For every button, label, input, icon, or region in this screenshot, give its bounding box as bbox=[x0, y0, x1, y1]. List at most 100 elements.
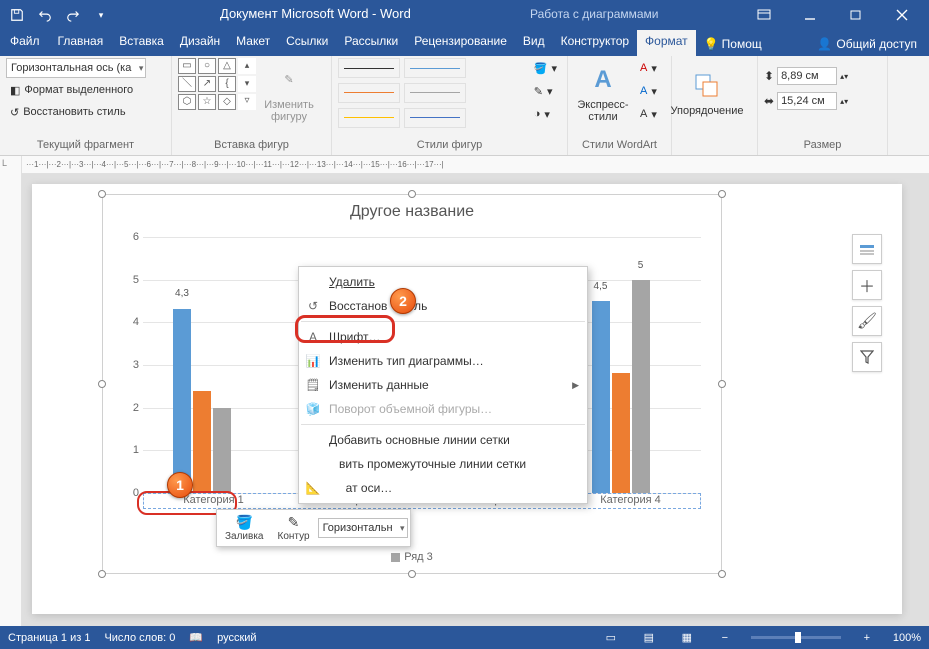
tab-insert[interactable]: Вставка bbox=[111, 30, 172, 56]
mini-element-combo[interactable]: Горизонтальн bbox=[318, 518, 408, 538]
shape-outline-button[interactable]: ✎▾ bbox=[530, 81, 561, 101]
shape-arrow[interactable]: ↗ bbox=[198, 76, 216, 92]
mini-toolbar: 🪣Заливка ✎Контур Горизонтальн bbox=[216, 509, 411, 547]
handle-t[interactable] bbox=[408, 190, 416, 198]
style-orange[interactable] bbox=[338, 83, 400, 103]
chart-filters-button[interactable] bbox=[852, 342, 882, 372]
tab-references[interactable]: Ссылки bbox=[278, 30, 336, 56]
menu-add-minor-gridlines[interactable]: вить промежуточные линии сетки bbox=[299, 452, 587, 476]
text-effects-button[interactable]: A▾ bbox=[636, 104, 661, 124]
tab-format[interactable]: Формат bbox=[637, 30, 696, 56]
menu-delete[interactable]: Удалить bbox=[299, 270, 587, 294]
redo-button[interactable] bbox=[60, 4, 86, 26]
arrange-button[interactable]: Упорядочение bbox=[678, 58, 736, 128]
tab-review[interactable]: Рецензирование bbox=[406, 30, 515, 56]
tab-view[interactable]: Вид bbox=[515, 30, 553, 56]
tab-chart-design[interactable]: Конструктор bbox=[553, 30, 637, 56]
reset-style-button[interactable]: ↺Восстановить стиль bbox=[6, 102, 130, 122]
zoom-in-button[interactable]: + bbox=[855, 629, 879, 647]
view-read-button[interactable]: ▭ bbox=[599, 629, 623, 647]
style-gold[interactable] bbox=[338, 108, 400, 128]
view-web-button[interactable]: ▦ bbox=[675, 629, 699, 647]
shapes-more[interactable]: ▴ bbox=[238, 58, 256, 74]
shape-callout[interactable]: ◇ bbox=[218, 94, 236, 110]
minimize-button[interactable] bbox=[787, 0, 833, 30]
shapes-gallery[interactable]: ▭○△▴ ＼↗{▾ ⬡☆◇▿ bbox=[178, 58, 256, 110]
status-language[interactable]: русский bbox=[217, 632, 256, 644]
handle-tr[interactable] bbox=[718, 190, 726, 198]
tab-file[interactable]: Файл bbox=[0, 30, 50, 56]
shapes-expand[interactable]: ▿ bbox=[238, 94, 256, 110]
style-blue2[interactable] bbox=[404, 108, 466, 128]
shape-star[interactable]: ☆ bbox=[198, 94, 216, 110]
format-selection-button[interactable]: ◧Формат выделенного bbox=[6, 80, 137, 100]
zoom-out-button[interactable]: − bbox=[713, 629, 737, 647]
shape-oval[interactable]: ○ bbox=[198, 58, 216, 74]
document-title: Документ Microsoft Word - Word bbox=[220, 6, 411, 21]
change-shape-button[interactable]: ✎ Изменить фигуру bbox=[260, 58, 318, 128]
status-page[interactable]: Страница 1 из 1 bbox=[8, 632, 90, 644]
category-label-1[interactable]: Категория 1 bbox=[144, 494, 283, 508]
status-spellcheck-icon[interactable]: 📖 bbox=[189, 631, 203, 644]
handle-b[interactable] bbox=[408, 570, 416, 578]
handle-br[interactable] bbox=[718, 570, 726, 578]
menu-format-axis[interactable]: 📐 ат оси… bbox=[299, 476, 587, 500]
group-current-fragment: Горизонтальная ось (ка ◧Формат выделенно… bbox=[0, 56, 172, 155]
width-spinner[interactable]: ⬌15,24 см▴▾ bbox=[764, 91, 848, 111]
mini-outline-button[interactable]: ✎Контур bbox=[272, 512, 316, 544]
edit-data-icon: 🗒 bbox=[305, 378, 321, 392]
maximize-button[interactable] bbox=[833, 0, 879, 30]
chart-elements-button[interactable]: ＋ bbox=[852, 270, 882, 300]
text-outline-button[interactable]: A▾ bbox=[636, 81, 661, 101]
chart-styles-button[interactable]: 🖌 bbox=[852, 306, 882, 336]
titlebar: ▾ Документ Microsoft Word - Word Работа … bbox=[0, 0, 929, 30]
zoom-level[interactable]: 100% bbox=[893, 632, 921, 644]
shape-fill-button[interactable]: 🪣▾ bbox=[530, 58, 561, 78]
status-words[interactable]: Число слов: 0 bbox=[104, 632, 175, 644]
group-size: ⬍8,89 см▴▾ ⬌15,24 см▴▾ Размер bbox=[758, 56, 888, 155]
view-print-button[interactable]: ▤ bbox=[637, 629, 661, 647]
tab-layout[interactable]: Макет bbox=[228, 30, 278, 56]
handle-r[interactable] bbox=[718, 380, 726, 388]
shape-line[interactable]: ＼ bbox=[178, 76, 196, 92]
text-fill-button[interactable]: A▾ bbox=[636, 58, 661, 78]
handle-bl[interactable] bbox=[98, 570, 106, 578]
handle-tl[interactable] bbox=[98, 190, 106, 198]
shapes-more2[interactable]: ▾ bbox=[238, 76, 256, 92]
style-blue[interactable] bbox=[404, 58, 466, 78]
chart-elements-combo[interactable]: Горизонтальная ось (ка bbox=[6, 58, 146, 78]
tab-mailings[interactable]: Рассылки bbox=[336, 30, 406, 56]
close-button[interactable] bbox=[879, 0, 925, 30]
change-shape-icon: ✎ bbox=[273, 64, 305, 96]
shape-styles-gallery[interactable] bbox=[338, 58, 522, 128]
shape-effects-button[interactable]: ◑▾ bbox=[530, 104, 561, 124]
chart-title[interactable]: Другое название bbox=[103, 195, 721, 225]
menu-font[interactable]: AШрифт… bbox=[299, 325, 587, 349]
style-gray[interactable] bbox=[404, 83, 466, 103]
handle-l[interactable] bbox=[98, 380, 106, 388]
shape-brace[interactable]: { bbox=[218, 76, 236, 92]
mini-fill-button[interactable]: 🪣Заливка bbox=[219, 512, 270, 544]
zoom-slider[interactable] bbox=[751, 636, 841, 639]
menu-change-chart-type[interactable]: 📊Изменить тип диаграммы… bbox=[299, 349, 587, 373]
shape-tri[interactable]: △ bbox=[218, 58, 236, 74]
height-spinner[interactable]: ⬍8,89 см▴▾ bbox=[764, 66, 848, 86]
menu-reset-style[interactable]: ↺Восстанов ль bbox=[299, 294, 587, 318]
chart-legend[interactable]: Ряд 3 bbox=[103, 551, 721, 563]
ribbon-display-button[interactable] bbox=[741, 0, 787, 30]
style-black[interactable] bbox=[338, 58, 400, 78]
shape-rect[interactable]: ▭ bbox=[178, 58, 196, 74]
qat-customize-button[interactable]: ▾ bbox=[88, 4, 114, 26]
menu-edit-data[interactable]: 🗒Изменить данные▶ bbox=[299, 373, 587, 397]
save-button[interactable] bbox=[4, 4, 30, 26]
tab-home[interactable]: Главная bbox=[50, 30, 112, 56]
quick-styles-button[interactable]: A Экспресс-стили bbox=[574, 58, 632, 128]
menu-add-major-gridlines[interactable]: Добавить основные линии сетки bbox=[299, 428, 587, 452]
undo-button[interactable] bbox=[32, 4, 58, 26]
tell-me-button[interactable]: 💡Помощ bbox=[696, 30, 770, 56]
group-wordart-styles: A Экспресс-стили A▾ A▾ A▾ Стили WordArt bbox=[568, 56, 672, 155]
shape-hex[interactable]: ⬡ bbox=[178, 94, 196, 110]
layout-options-button[interactable] bbox=[852, 234, 882, 264]
share-button[interactable]: 👤Общий доступ bbox=[809, 30, 929, 56]
tab-design[interactable]: Дизайн bbox=[172, 30, 228, 56]
